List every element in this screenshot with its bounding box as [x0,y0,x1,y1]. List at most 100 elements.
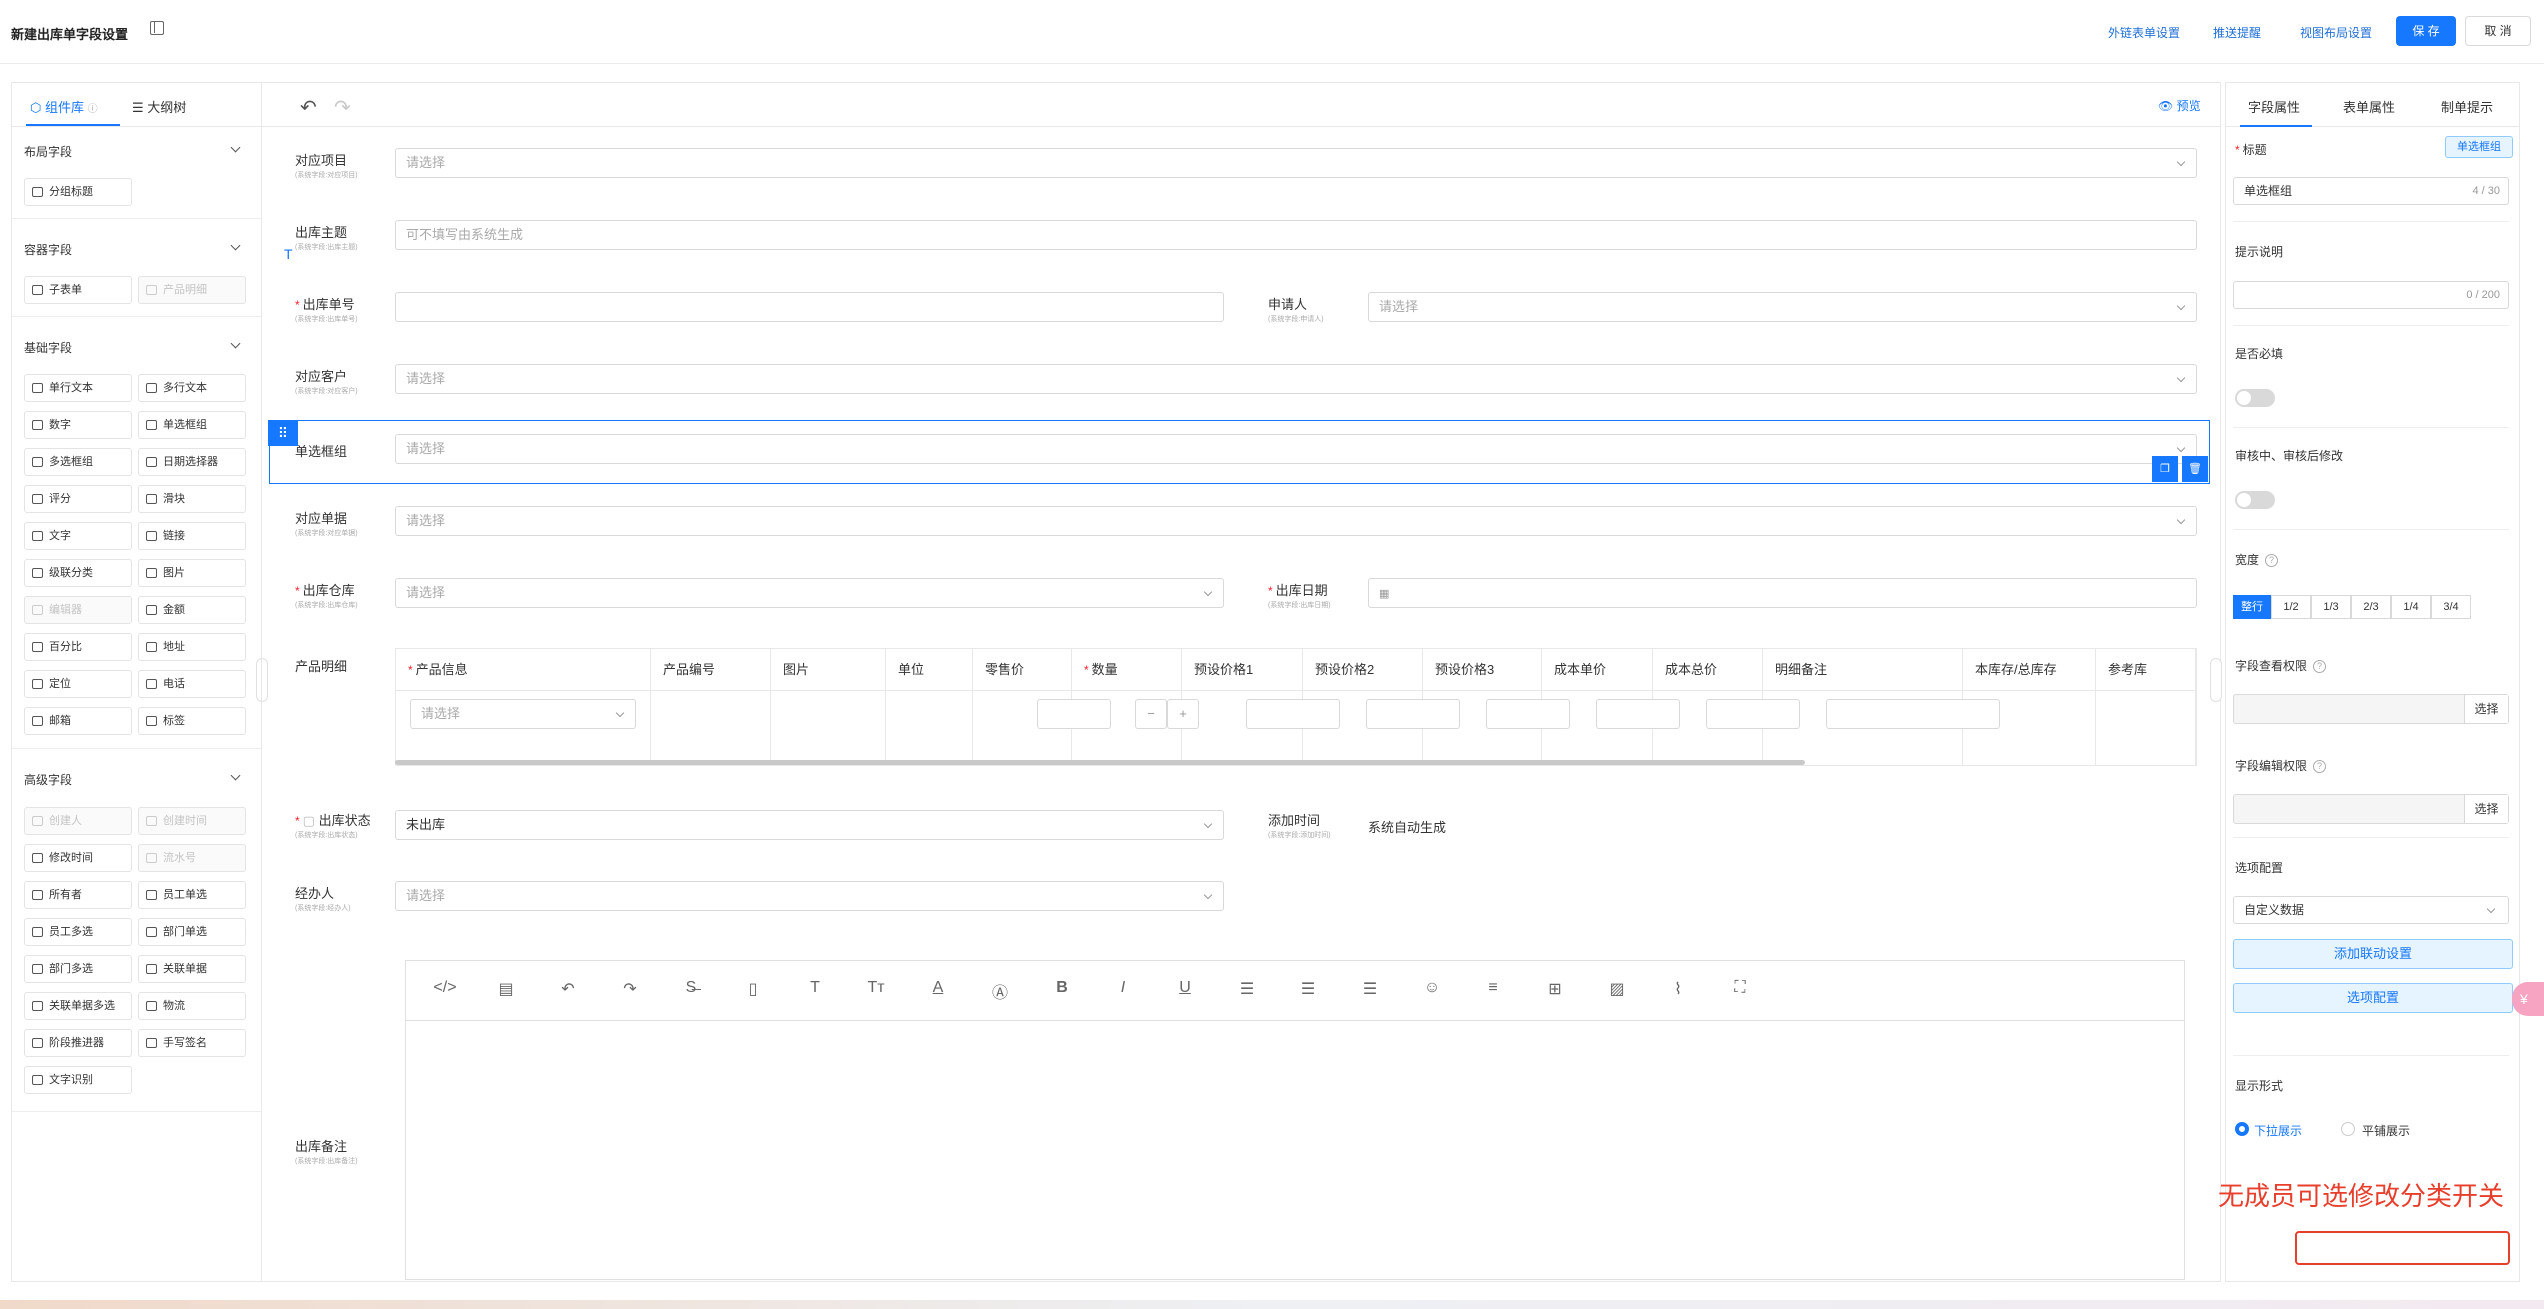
component-item[interactable]: 地址 [138,633,246,661]
chevron-down-icon[interactable] [230,240,241,251]
width-three-quarters[interactable]: 3/4 [2431,595,2471,619]
cancel-button[interactable]: 取 消 [2465,16,2531,46]
component-item[interactable]: 金额 [138,596,246,624]
decrease-button[interactable]: − [1135,699,1167,729]
font-color-icon[interactable]: A [926,979,950,997]
detail-remark-input[interactable] [1826,699,2000,729]
view-perm-select-button[interactable]: 选择 [2464,695,2508,723]
undo-icon[interactable]: ↶ [300,95,317,120]
delete-icon[interactable]: 🗑 [2182,456,2208,482]
warehouse-select[interactable]: 请选择 [395,578,1224,608]
customer-select[interactable]: 请选择 [395,364,2197,394]
component-item[interactable]: 级联分类 [24,559,132,587]
chevron-down-icon[interactable] [230,338,241,349]
handler-select[interactable]: 请选择 [395,881,1224,911]
component-item[interactable]: 百分比 [24,633,132,661]
copy-icon[interactable]: ❐ [2152,456,2178,482]
chevron-down-icon[interactable] [230,770,241,781]
view-perm-field[interactable]: 选择 [2233,694,2509,724]
component-item[interactable]: 日期选择器 [138,448,246,476]
width-third[interactable]: 1/3 [2311,595,2351,619]
component-item[interactable]: 手写签名 [138,1029,246,1057]
tab-field-props[interactable]: 字段属性 [2248,97,2300,116]
component-item[interactable]: 单行文本 [24,374,132,402]
align-left-icon[interactable]: ☰ [1235,979,1259,999]
font-size-icon[interactable]: Tт [864,979,888,997]
radio-tiled[interactable] [2341,1122,2355,1136]
component-item[interactable]: 文字识别 [24,1066,132,1094]
title-input[interactable]: 单选框组 4 / 30 [2233,177,2509,205]
edit-toggle[interactable] [2235,491,2275,509]
component-item[interactable]: 图片 [138,559,246,587]
save-button[interactable]: 保 存 [2396,16,2456,46]
radio-tiled-label[interactable]: 平铺展示 [2362,1122,2410,1139]
increase-button[interactable]: + [1167,699,1199,729]
help-icon[interactable]: ? [2313,660,2327,674]
radio-dropdown[interactable] [2235,1122,2249,1136]
component-item[interactable]: 链接 [138,522,246,550]
chevron-down-icon[interactable] [230,142,241,153]
component-item[interactable]: 物流 [138,992,246,1020]
italic-icon[interactable]: I [1111,979,1135,997]
document-icon[interactable]: ▯ [741,979,765,999]
drag-handle-icon[interactable]: ⠿ [268,420,298,446]
subject-input[interactable]: 可不填写由系统生成 [395,220,2197,250]
align-right-icon[interactable]: ☰ [1358,979,1382,999]
cost-unit-input[interactable] [1596,699,1680,729]
table-icon[interactable]: ⊞ [1543,979,1567,999]
tab-tips[interactable]: 制单提示 [2441,97,2493,116]
component-item[interactable]: 单选框组 [138,411,246,439]
component-item[interactable]: 阶段推进器 [24,1029,132,1057]
component-item[interactable]: 部门多选 [24,955,132,983]
tab-form-props[interactable]: 表单属性 [2343,97,2395,116]
cost-total-input[interactable] [1706,699,1800,729]
external-form-link[interactable]: 外链表单设置 [2108,24,2180,41]
component-item[interactable]: 所有者 [24,881,132,909]
component-item[interactable]: 员工单选 [138,881,246,909]
push-reminder-link[interactable]: 推送提醒 [2213,24,2261,41]
component-item[interactable]: 员工多选 [24,918,132,946]
bold-icon[interactable]: B [1050,979,1074,997]
applicant-select[interactable]: 请选择 [1368,292,2197,322]
product-select[interactable]: 请选择 [410,699,636,729]
template-icon[interactable]: ▤ [494,979,518,999]
hint-input[interactable]: 0 / 200 [2233,281,2509,309]
component-item[interactable]: 评分 [24,485,132,513]
component-item[interactable]: 滑块 [138,485,246,513]
component-item[interactable]: 关联单据多选 [24,992,132,1020]
rich-text-editor[interactable]: </> ▤ ↶ ↷ S̶ ▯ T Tт A Ⓐ B I U ☰ ☰ ☰ ☺ ≡ … [405,960,2185,1280]
component-item[interactable]: 部门单选 [138,918,246,946]
component-group-title[interactable]: 分组标题 [24,178,132,206]
edit-perm-field[interactable]: 选择 [2233,794,2509,824]
component-item[interactable]: 多选框组 [24,448,132,476]
project-select[interactable]: 请选择 [395,148,2197,178]
width-full[interactable]: 整行 [2233,595,2271,619]
status-select[interactable]: 未出库 [395,810,1224,840]
redo-icon[interactable]: ↷ [618,979,642,999]
add-linkage-button[interactable]: 添加联动设置 [2233,939,2513,969]
view-layout-link[interactable]: 视图布局设置 [2300,24,2372,41]
help-icon[interactable]: ? [2313,760,2327,774]
edit-perm-select-button[interactable]: 选择 [2464,795,2508,823]
redo-icon[interactable]: ↷ [334,95,351,120]
number-input[interactable] [395,292,1224,322]
undo-icon[interactable]: ↶ [556,979,580,999]
component-item[interactable]: 定位 [24,670,132,698]
floating-assistant-icon[interactable]: ¥ [2512,982,2544,1016]
required-toggle[interactable] [2235,389,2275,407]
price2-input[interactable] [1366,699,1460,729]
tab-components[interactable]: ⬡ 组件库 ⓘ [30,97,98,116]
price3-input[interactable] [1486,699,1570,729]
width-two-thirds[interactable]: 2/3 [2351,595,2391,619]
background-color-icon[interactable]: Ⓐ [988,979,1012,1003]
retail-price-input[interactable] [1037,699,1111,729]
divider-icon[interactable]: ≡ [1481,979,1505,997]
date-picker[interactable]: ▦ [1368,578,2197,608]
options-source-select[interactable]: 自定义数据 [2233,896,2509,924]
align-center-icon[interactable]: ☰ [1296,979,1320,999]
code-icon[interactable]: </> [433,979,457,997]
heading-icon[interactable]: T [803,979,827,997]
options-config-button[interactable]: 选项配置 [2233,983,2513,1013]
horizontal-scrollbar[interactable] [395,760,1805,765]
component-subform[interactable]: 子表单 [24,276,132,304]
